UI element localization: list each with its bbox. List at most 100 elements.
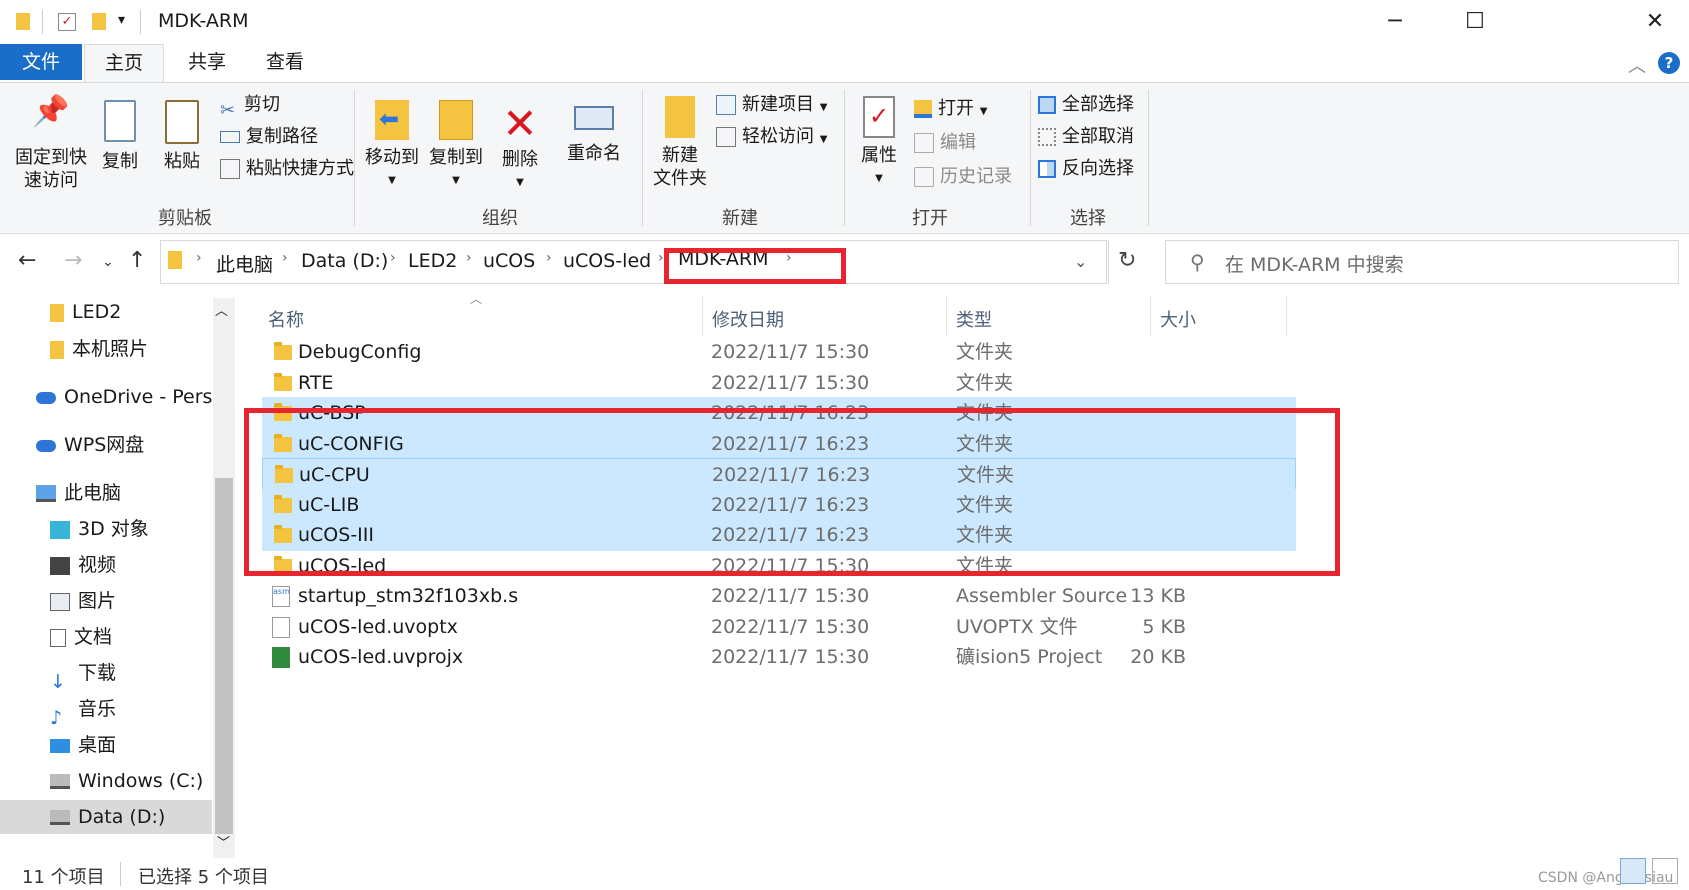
chevron-right-icon[interactable]: › (546, 250, 552, 266)
divider (140, 10, 141, 34)
new-folder-button[interactable]: 新建 文件夹 (648, 96, 712, 190)
nav-item[interactable]: 图片 (0, 584, 212, 618)
column-header-name[interactable]: 名称 (268, 306, 304, 332)
paste-shortcut-button[interactable]: 粘贴快捷方式 (220, 154, 354, 184)
chevron-right-icon[interactable]: › (390, 250, 396, 266)
tab-file[interactable]: 文件 (0, 44, 82, 80)
move-to-label: 移动到 (365, 147, 419, 168)
file-row[interactable]: DebugConfig 2022/11/7 15:30 文件夹 (262, 336, 1296, 368)
title-bar (0, 0, 1689, 44)
new-item-button[interactable]: 新建项目 ▼ (716, 90, 827, 120)
breadcrumb-this-pc[interactable]: 此电脑 (216, 250, 273, 277)
column-header-size[interactable]: 大小 (1160, 306, 1196, 332)
tab-share[interactable]: 共享 (172, 44, 242, 80)
paste-button[interactable]: 粘贴 (156, 100, 208, 173)
group-label-select: 选择 (1070, 208, 1106, 229)
new-folder-quick-icon[interactable] (92, 13, 106, 30)
breadcrumb-ucos[interactable]: uCOS (483, 250, 535, 272)
move-to-button[interactable]: ⬅ 移动到 ▼ (362, 100, 422, 192)
nav-item-label: 音乐 (78, 698, 117, 720)
chevron-right-icon[interactable]: › (282, 250, 288, 266)
search-icon: ⚲ (1190, 250, 1205, 274)
chevron-right-icon[interactable]: › (466, 250, 472, 266)
nav-item[interactable]: 此电脑 (0, 476, 212, 510)
collapse-ribbon-icon[interactable]: ︿ (1628, 52, 1646, 78)
pin-icon: 📌 (32, 94, 70, 129)
paste-shortcut-label: 粘贴快捷方式 (246, 158, 354, 179)
file-row[interactable]: asm startup_stm32f103xb.s 2022/11/7 15:30 A… (262, 580, 1296, 612)
invert-selection-button[interactable]: 反向选择 (1038, 154, 1134, 184)
properties-check-icon: ✓ (863, 96, 895, 138)
recent-locations-icon[interactable]: ⌄ (102, 254, 114, 270)
nav-item[interactable]: 视频 (0, 548, 212, 582)
rename-button[interactable]: 重命名 (558, 100, 630, 165)
nav-item[interactable]: 文档 (0, 620, 212, 654)
refresh-icon[interactable]: ↻ (1118, 248, 1136, 273)
up-arrow-icon[interactable]: ↑ (128, 248, 146, 273)
properties-quick-icon[interactable]: ✓ (58, 13, 76, 31)
copy-path-button[interactable]: 复制路径 (220, 122, 318, 152)
history-button[interactable]: 历史记录 (914, 162, 1012, 192)
close-button[interactable]: ✕ (1626, 0, 1684, 44)
chevron-right-icon[interactable]: › (196, 250, 202, 266)
nav-item[interactable]: 本机照片 (0, 332, 212, 366)
nav-item[interactable]: 桌面 (0, 728, 212, 762)
cut-button[interactable]: ✂ 剪切 (220, 90, 280, 121)
back-arrow-icon[interactable]: ← (18, 248, 36, 273)
divider (946, 296, 947, 336)
breadcrumb-led2[interactable]: LED2 (408, 250, 457, 272)
maximize-button[interactable]: ☐ (1446, 0, 1504, 44)
copy-label: 复制 (102, 151, 138, 172)
file-date: 2022/11/7 15:30 (711, 341, 870, 363)
scroll-down-icon[interactable]: ﹀ (217, 832, 230, 851)
nav-item-label: 桌面 (78, 734, 117, 756)
select-all-label: 全部选择 (1062, 94, 1134, 115)
pin-quick-access-button[interactable]: 📌 固定到快 速访问 (8, 94, 94, 192)
asm-file-icon: asm (272, 586, 290, 607)
breadcrumb-ucos-led[interactable]: uCOS-led (563, 250, 651, 272)
tab-view[interactable]: 查看 (250, 44, 320, 80)
nav-item[interactable]: 3D 对象 (0, 512, 212, 546)
help-icon[interactable]: ? (1658, 52, 1680, 74)
nav-item[interactable]: Windows (C:) (0, 764, 212, 798)
minimize-button[interactable]: ─ (1366, 0, 1424, 44)
desktop-icon (50, 738, 70, 753)
column-header-date[interactable]: 修改日期 (712, 306, 784, 332)
file-row[interactable]: RTE 2022/11/7 15:30 文件夹 (262, 367, 1296, 399)
nav-item[interactable]: ↓ 下载 (0, 656, 212, 690)
nav-scrollbar-thumb[interactable] (215, 478, 233, 834)
open-button[interactable]: 打开 ▼ (914, 94, 987, 124)
nav-item[interactable]: ♪ 音乐 (0, 692, 212, 726)
scroll-up-icon[interactable]: ︿ (215, 300, 228, 319)
divider (1286, 296, 1287, 336)
column-header-type[interactable]: 类型 (956, 306, 992, 332)
search-placeholder: 在 MDK-ARM 中搜索 (1225, 254, 1404, 276)
window-title: MDK-ARM (158, 10, 249, 32)
file-row[interactable]: uCOS-led.uvprojx 2022/11/7 15:30 礦ision5 P… (262, 641, 1296, 673)
large-icons-view-icon[interactable] (1652, 858, 1678, 884)
folder-icon (168, 251, 182, 269)
forward-arrow-icon[interactable]: → (64, 248, 82, 273)
tab-home[interactable]: 主页 (84, 44, 164, 82)
chevron-right-icon[interactable]: › (658, 250, 664, 266)
folder-icon (274, 342, 292, 360)
file-row[interactable]: uCOS-led.uvoptx 2022/11/7 15:30 UVOPTX 文件 5… (262, 611, 1296, 643)
properties-button[interactable]: ✓ 属性 ▼ (852, 96, 906, 190)
details-view-icon[interactable] (1620, 858, 1646, 884)
address-dropdown-icon[interactable]: ⌄ (1074, 252, 1087, 271)
nav-item[interactable]: Data (D:) (0, 800, 212, 834)
copy-button[interactable]: 复制 (96, 100, 144, 173)
select-all-button[interactable]: 全部选择 (1038, 90, 1134, 120)
nav-item[interactable]: WPS网盘 (0, 428, 212, 462)
edit-button[interactable]: 编辑 (914, 128, 976, 158)
customize-toolbar-icon[interactable]: ▾ (118, 12, 125, 28)
select-none-button[interactable]: 全部取消 (1038, 122, 1134, 152)
group-label-organize: 组织 (482, 208, 518, 229)
nav-item[interactable]: LED2 (0, 295, 212, 329)
easy-access-button[interactable]: 轻松访问 ▼ (716, 122, 827, 152)
nav-item[interactable]: OneDrive - Perso (0, 380, 212, 414)
copy-to-button[interactable]: 复制到 ▼ (424, 100, 488, 192)
file-type: Assembler Source (956, 585, 1128, 607)
delete-button[interactable]: ✕ 删除 ▼ (498, 100, 542, 194)
breadcrumb-data-d[interactable]: Data (D:) (301, 250, 388, 272)
